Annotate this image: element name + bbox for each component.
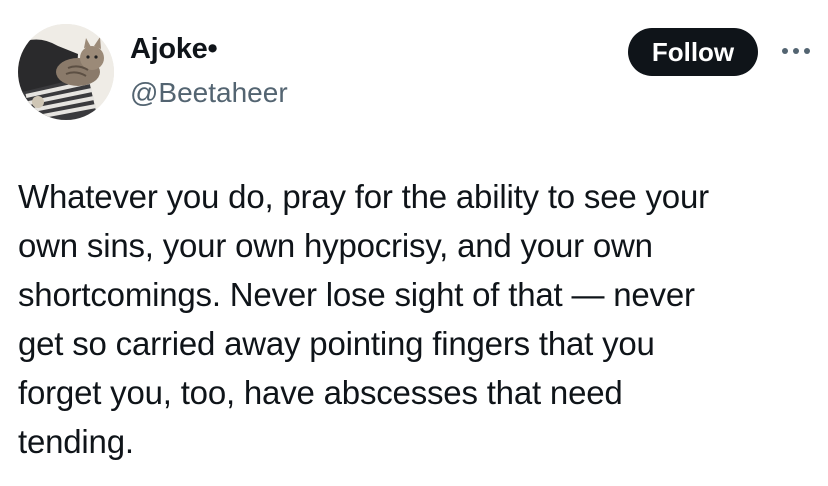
tweet-text-line: own sins, your own hypocrisy, and your o… [18,227,653,264]
tweet-text-line: Whatever you do, pray for the ability to… [18,178,709,215]
follow-button[interactable]: Follow [628,28,758,76]
user-handle[interactable]: @Beetaheer [130,76,288,110]
more-horizontal-icon [782,48,810,54]
tweet-card: Ajoke• @Beetaheer Follow Whatever you do… [0,0,828,486]
tweet-text-line: tending. [18,423,134,460]
more-options-button[interactable] [776,36,816,66]
tweet-text-line: get so carried away pointing fingers tha… [18,325,655,362]
avatar[interactable] [18,24,114,120]
tweet-text-line: forget you, too, have abscesses that nee… [18,374,623,411]
display-name[interactable]: Ajoke• [130,32,218,66]
avatar-image [18,24,114,120]
tweet-text: Whatever you do, pray for the ability to… [18,172,808,466]
tweet-text-line: shortcomings. Never lose sight of that —… [18,276,695,313]
